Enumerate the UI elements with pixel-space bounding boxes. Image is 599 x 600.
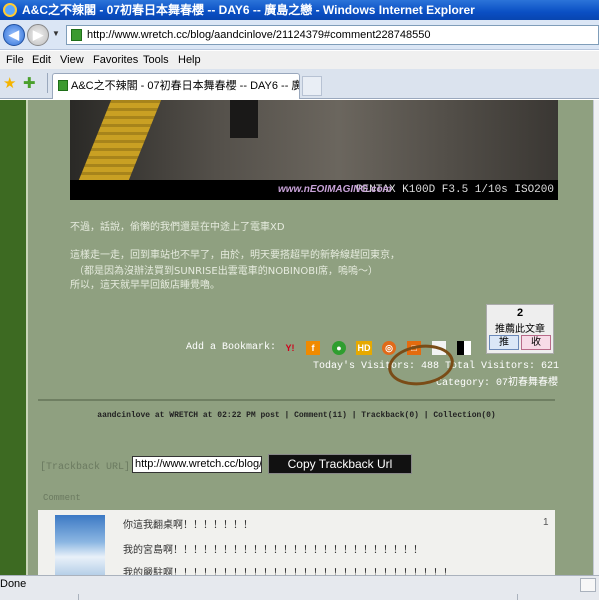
new-tab-button[interactable] <box>302 76 322 96</box>
tab-page-icon <box>58 80 68 91</box>
collect-button[interactable]: 收 <box>521 335 551 350</box>
menu-bar <box>0 51 599 69</box>
page-left-border <box>26 100 28 575</box>
add-favorites-icon[interactable]: ✚ <box>23 74 36 92</box>
body-paragraph-3: （都是因為沒辦法買到SUNRISE出雲電車的NOBINOBI席，嗚嗚～） <box>74 266 379 277</box>
menu-tools[interactable]: Tools <box>143 52 169 68</box>
copy-trackback-button[interactable]: Copy Trackback Url <box>268 454 412 474</box>
funp-icon[interactable]: f <box>306 341 320 355</box>
toolbar-divider <box>47 73 48 93</box>
menu-favorites[interactable]: Favorites <box>93 52 138 68</box>
menu-help[interactable]: Help <box>178 52 201 68</box>
photo-bin <box>230 100 258 138</box>
forward-button[interactable]: ▶ <box>27 24 49 46</box>
window-title-bar: A&C之不辣閣 - 07初春日本舞春櫻 -- DAY6 -- 廣島之戀 - Wi… <box>0 0 599 20</box>
comment-line-1: 你這我翻桌啊！！！！！！！ <box>123 520 253 531</box>
myshare-icon[interactable]: ◎ <box>382 341 396 355</box>
page-icon <box>71 29 82 41</box>
comment-heading: Comment <box>43 493 81 503</box>
post-divider <box>38 399 555 401</box>
tab-active[interactable]: A&C之不辣閣 - 07初春日本舞春櫻 -- DAY6 -- 廣島... <box>52 73 300 99</box>
status-text: Done <box>0 578 27 590</box>
yahoo-icon[interactable]: Y! <box>283 341 297 355</box>
menu-file[interactable]: File <box>6 52 24 68</box>
bookmark-label: Add a Bookmark: <box>186 342 277 353</box>
body-paragraph-2: 這樣走一走，回到車站也不早了，由於，明天要搭超早的新幹線趕回東京， <box>70 250 400 261</box>
address-field[interactable]: http://www.wretch.cc/blog/aandcinlove/21… <box>66 25 599 45</box>
trackback-url-field[interactable]: http://www.wretch.cc/blog/aandcinlove/21… <box>132 456 262 473</box>
trackback-label: [Trackback URL] <box>40 462 131 473</box>
comment-line-2: 我的宮島啊！！！！！！！！！！！！！！！！！！！！！！！！！ <box>123 545 423 556</box>
hd-icon[interactable]: HD <box>356 341 372 355</box>
recommend-label: 推薦此文章 <box>495 324 545 335</box>
ie-logo-icon <box>3 3 17 17</box>
hemidemi-icon[interactable]: ● <box>332 341 346 355</box>
recommend-count: 2 <box>516 307 524 319</box>
security-zone-icon[interactable] <box>580 578 596 592</box>
delicious-icon[interactable] <box>457 341 471 355</box>
page-left-bar <box>0 100 26 575</box>
comment-number: 1 <box>543 517 549 528</box>
menu-view[interactable]: View <box>60 52 84 68</box>
push-button[interactable]: 推 <box>489 335 519 350</box>
history-dropdown-icon[interactable]: ▼ <box>51 29 61 41</box>
body-paragraph-4: 所以，這天就早早回飯店睡覺嚕。 <box>70 280 220 291</box>
favorites-star-icon[interactable]: ★ <box>3 74 16 92</box>
vertical-scrollbar[interactable] <box>593 100 599 575</box>
status-progress-area <box>78 594 518 600</box>
menu-edit[interactable]: Edit <box>32 52 51 68</box>
photo-watermark: www.nEOIMAGING.com <box>278 184 392 195</box>
back-button[interactable]: ◀ <box>3 24 25 46</box>
body-paragraph-1: 不過，話說，偷懶的我們還是在中途上了電車XD <box>70 222 285 233</box>
category-link[interactable]: Category: 07初春舞春櫻 <box>436 373 558 389</box>
commenter-avatar[interactable] <box>55 515 105 575</box>
post-meta: aandcinlove at WRETCH at 02:22 PM post |… <box>97 411 496 420</box>
